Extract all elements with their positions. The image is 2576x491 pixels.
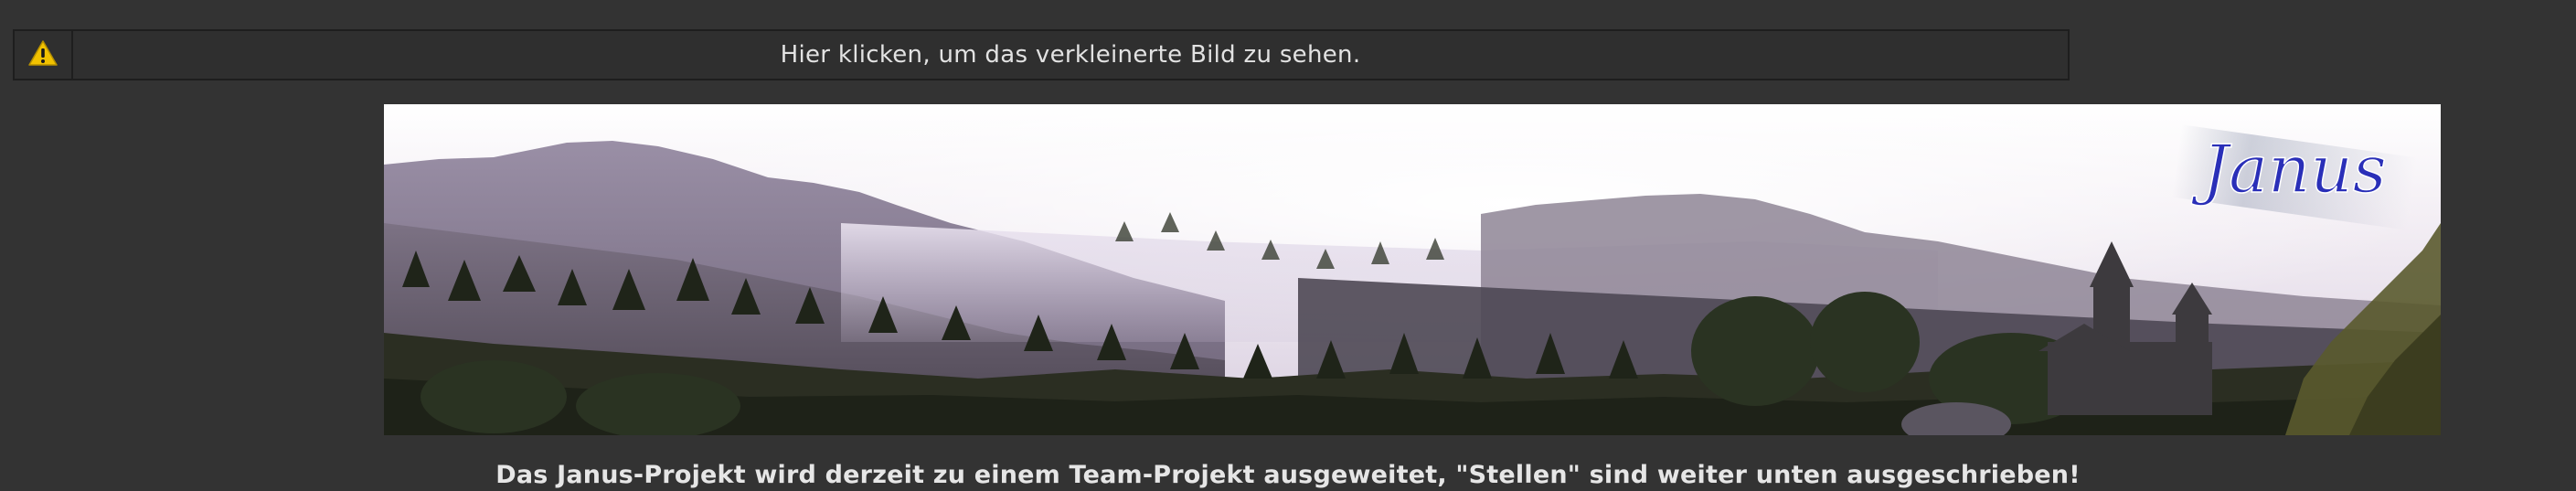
janus-banner-image: Janus — [384, 104, 2441, 435]
janus-logo: Janus — [2190, 131, 2386, 208]
resize-notice-bar[interactable]: Hier klicken, um das verkleinerte Bild z… — [13, 29, 2070, 80]
page: Hier klicken, um das verkleinerte Bild z… — [0, 0, 2576, 491]
notice-icon-cell — [15, 31, 73, 79]
banner-landscape: Janus — [384, 104, 2441, 435]
notice-text[interactable]: Hier klicken, um das verkleinerte Bild z… — [73, 31, 2068, 79]
warning-icon — [28, 39, 58, 70]
team-project-announcement: Das Janus-Projekt wird derzeit zu einem … — [495, 461, 2081, 489]
